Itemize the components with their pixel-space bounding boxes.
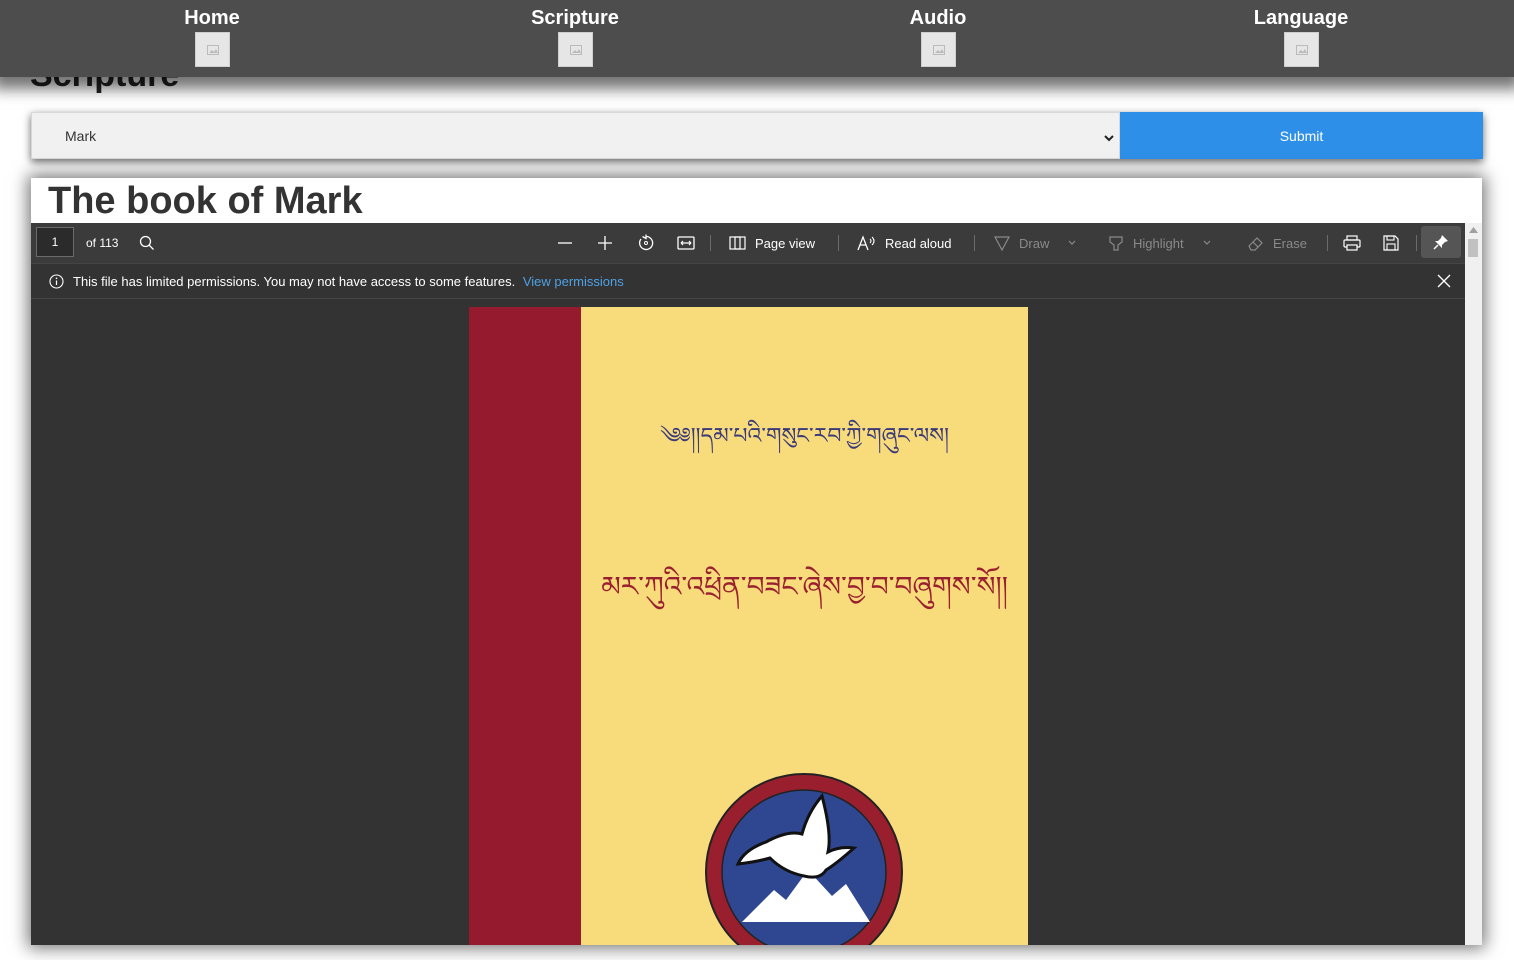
book-title: The book of Mark — [48, 180, 363, 222]
scroll-thumb[interactable] — [1468, 239, 1478, 257]
pdf-viewer: 1 of 113 Page view Read aloud Draw Highl… — [31, 223, 1482, 945]
dove-mountain-logo — [705, 773, 903, 945]
print-icon[interactable] — [1343, 223, 1361, 263]
nav-item-scripture[interactable]: Scripture — [475, 0, 675, 77]
zoom-in-icon[interactable] — [597, 223, 613, 263]
draw-button[interactable]: Draw — [993, 223, 1077, 263]
page-view-icon — [729, 236, 746, 250]
highlight-button[interactable]: Highlight — [1107, 223, 1212, 263]
nav-label-audio[interactable]: Audio — [838, 6, 1038, 30]
page-view-label: Page view — [755, 235, 815, 251]
erase-button[interactable]: Erase — [1247, 223, 1307, 263]
toolbar-divider — [710, 235, 711, 251]
pin-icon — [1433, 235, 1448, 250]
broken-image-icon[interactable] — [1283, 32, 1319, 67]
save-icon[interactable] — [1383, 223, 1399, 263]
top-nav: Home Scripture Audio Language — [0, 0, 1514, 77]
nav-label-language[interactable]: Language — [1201, 6, 1401, 30]
pdf-toolbar: 1 of 113 Page view Read aloud Draw Highl… — [31, 223, 1465, 263]
broken-image-icon[interactable] — [920, 32, 956, 67]
page-number-input[interactable]: 1 — [36, 227, 74, 257]
rotate-icon[interactable] — [637, 223, 655, 263]
book-select[interactable]: Mark — [31, 112, 1120, 159]
cover-spine — [469, 307, 581, 945]
chevron-down-icon — [1068, 240, 1076, 245]
eraser-icon — [1248, 237, 1263, 251]
nav-item-audio[interactable]: Audio — [838, 0, 1038, 77]
book-select-value: Mark — [65, 128, 97, 144]
close-icon[interactable] — [1437, 274, 1451, 291]
submit-button[interactable]: Submit — [1120, 112, 1483, 159]
page-view-button[interactable]: Page view — [729, 223, 815, 263]
permissions-banner: This file has limited permissions. You m… — [31, 263, 1465, 299]
page-count: of 113 — [86, 223, 118, 263]
cover-title: མར་ཀུའི་འཕྲིན་བཟང་ཞེས་བྱ་བ་བཞུགས་སོ།། — [601, 570, 1008, 603]
nav-item-home[interactable]: Home — [112, 0, 312, 77]
info-icon — [49, 274, 64, 292]
read-aloud-icon — [857, 235, 875, 251]
cover-subtitle: ༄༅།།དམ་པའི་གསུང་རབ་ཀྱི་གཞུང་ལས། — [660, 424, 949, 449]
highlight-icon — [1109, 236, 1123, 251]
nav-label-home[interactable]: Home — [112, 6, 312, 30]
nav-item-language[interactable]: Language — [1201, 0, 1401, 77]
vertical-scrollbar[interactable] — [1465, 223, 1482, 945]
highlight-label: Highlight — [1133, 235, 1184, 251]
broken-image-icon[interactable] — [194, 32, 230, 67]
permissions-message: This file has limited permissions. You m… — [73, 274, 624, 289]
read-aloud-button[interactable]: Read aloud — [857, 223, 952, 263]
toolbar-divider — [1327, 235, 1328, 251]
chevron-down-icon — [1203, 240, 1211, 245]
read-aloud-label: Read aloud — [885, 235, 952, 251]
chevron-down-icon — [1103, 130, 1115, 148]
fit-width-icon[interactable] — [677, 223, 695, 263]
scroll-up-arrow-icon[interactable] — [1469, 227, 1478, 233]
draw-label: Draw — [1019, 235, 1050, 251]
book-select-form: Mark Submit — [31, 112, 1483, 159]
search-icon[interactable] — [139, 223, 155, 263]
draw-icon — [993, 236, 1011, 251]
nav-label-scripture[interactable]: Scripture — [475, 6, 675, 30]
view-permissions-link[interactable]: View permissions — [523, 274, 624, 289]
erase-label: Erase — [1273, 235, 1307, 251]
page-count-label: of 113 — [86, 236, 119, 250]
toolbar-divider — [1416, 235, 1417, 251]
broken-image-icon[interactable] — [557, 32, 593, 67]
toolbar-divider — [974, 235, 975, 251]
zoom-out-icon[interactable] — [557, 223, 573, 263]
pdf-page: ༄༅།།དམ་པའི་གསུང་རབ་ཀྱི་གཞུང་ལས། མར་ཀུའི་… — [469, 307, 1028, 945]
pin-toolbar-button[interactable] — [1421, 226, 1461, 258]
permissions-message-text: This file has limited permissions. You m… — [73, 274, 516, 289]
toolbar-divider — [838, 235, 839, 251]
content-card: The book of Mark 1 of 113 Page view Read… — [31, 178, 1482, 945]
